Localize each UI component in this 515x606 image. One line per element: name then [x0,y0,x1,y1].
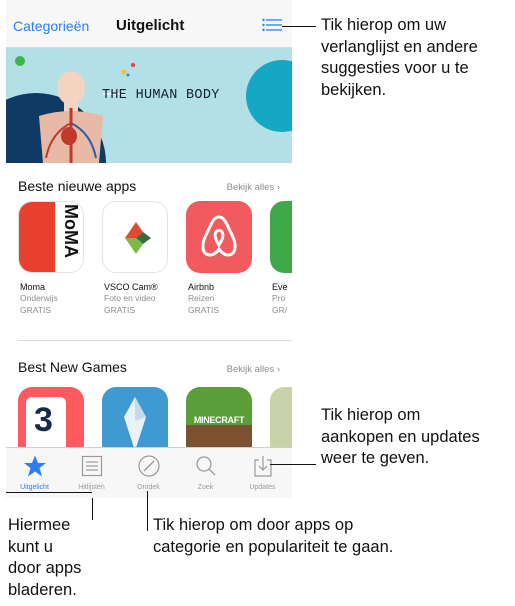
tab-label: Hitlijsten [78,484,105,491]
app-store-screen: Categorieën Uitgelicht THE HUMAN BODY Be… [6,0,292,498]
section-title: Best New Games [18,359,127,375]
tab-label: Ontdek [137,484,160,491]
section-title: Beste nieuwe apps [18,178,137,194]
browse-callout: Hiermee kunt u door apps bladeren. [8,516,82,599]
tab-label: Uitgelicht [20,484,49,491]
download-icon [254,456,272,477]
callout-line-browse [92,498,93,520]
app-price: GR/ [272,305,288,315]
tab-explore[interactable]: Ontdek [120,448,177,498]
callout-bracket-browse [6,492,92,493]
tab-featured[interactable]: Uitgelicht [6,448,63,498]
wishlist-callout: Tik hierop om uw verlanglijst en andere … [321,16,478,99]
app-name: VSCO Cam® [104,282,158,292]
tab-updates[interactable]: Updates [234,448,291,498]
search-icon [196,456,216,476]
app-name: Airbnb [188,282,215,292]
banner-title: THE HUMAN BODY [102,88,220,103]
best-new-games-section: Best New Games Bekijk alles › 3 MINECRAF… [6,341,292,459]
app-price: GRATIS [188,305,220,315]
see-all-link[interactable]: Bekijk alles › [227,182,280,193]
vsco-app-icon [102,201,168,273]
navigation-bar: Categorieën Uitgelicht [6,0,292,48]
star-icon [24,455,46,477]
airbnb-app-icon [186,201,252,273]
explore-callout: Tik hierop om door apps op categorie en … [153,516,394,556]
app-category: Pro [272,293,286,303]
eve-app-icon [270,201,292,273]
app-category: Foto en video [104,293,156,303]
banner-artwork [6,56,292,163]
list-icon [81,455,103,477]
callout-line-wishlist [282,26,316,27]
compass-icon [138,455,160,477]
page-title: Uitgelicht [116,17,185,34]
tab-charts[interactable]: Hitlijsten [63,448,120,498]
categories-button[interactable]: Categorieën [13,18,89,34]
tab-search[interactable]: Zoek [177,448,234,498]
moma-app-icon: MoMA [18,201,84,273]
app-name: Moma [20,282,46,292]
app-category: Onderwijs [20,293,58,303]
callout-line-updates [270,464,316,465]
see-all-link[interactable]: Bekijk alles › [227,364,280,375]
featured-banner[interactable]: THE HUMAN BODY [6,48,292,163]
app-name: Eve [272,282,288,292]
app-price: GRATIS [20,305,52,315]
tab-label: Zoek [197,484,214,491]
best-new-apps-section: Beste nieuwe apps Bekijk alles › MoMA Mo… [6,163,292,341]
tab-label: Updates [249,484,276,491]
app-category: Reizen [188,293,215,303]
list-icon[interactable] [262,18,282,32]
callout-line-explore [147,491,148,531]
updates-callout: Tik hierop om aankopen en updates weer t… [321,406,480,467]
app-price: GRATIS [104,305,136,315]
tab-bar: Uitgelicht Hitlijsten Ontdek Zoek Update… [6,447,292,498]
